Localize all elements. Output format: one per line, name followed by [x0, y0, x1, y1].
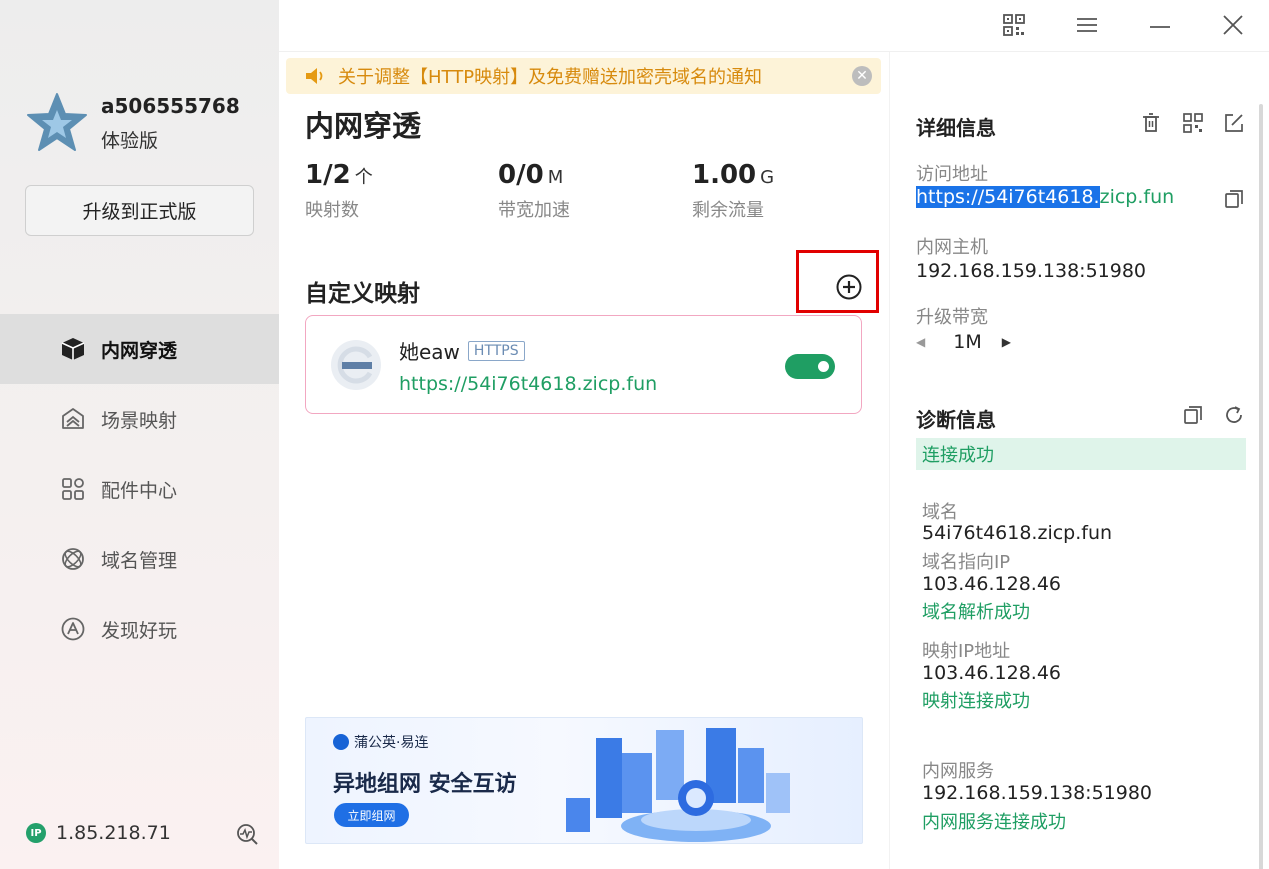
details-title: 详细信息: [916, 116, 996, 140]
nav-label: 内网穿透: [101, 339, 178, 362]
nav-item-discover[interactable]: 发现好玩: [0, 594, 279, 664]
domain-label: 域名: [922, 502, 958, 523]
stat-unit: 个: [354, 167, 373, 188]
stat-label: 映射数: [305, 200, 359, 221]
diagnosis-title: 诊断信息: [916, 408, 996, 432]
nav-label: 场景映射: [101, 409, 178, 432]
nav-item-intranet[interactable]: 内网穿透: [0, 314, 279, 384]
qrcode-icon[interactable]: [1182, 112, 1204, 134]
mapping-name: 她eaw HTTPS: [399, 336, 525, 365]
page-title: 内网穿透: [305, 109, 422, 143]
nav-item-accessories[interactable]: 配件中心: [0, 454, 279, 524]
app-window: a506555768 体验版 升级到正式版 内网穿透 场景映射 配件中心 域名管…: [0, 0, 1269, 869]
upgrade-button[interactable]: 升级到正式版: [25, 185, 254, 236]
ip-badge: IP: [26, 823, 46, 843]
speaker-icon: [306, 68, 323, 84]
mapping-logo-icon: [331, 340, 381, 390]
sidebar-nav: 内网穿透 场景映射 配件中心 域名管理 发现好玩: [0, 314, 279, 664]
stat-label: 带宽加速: [498, 200, 570, 221]
notice-bar[interactable]: 关于调整【HTTP映射】及免费赠送加密壳域名的通知 ✕: [286, 58, 881, 94]
nav-label: 配件中心: [101, 479, 178, 502]
username: a506555768: [101, 94, 240, 118]
public-ip: IP 1.85.218.71: [26, 822, 171, 844]
atom-icon: [60, 546, 86, 572]
access-url-rest: zicp.fun: [1099, 186, 1175, 208]
host-value: 192.168.159.138:51980: [916, 260, 1147, 282]
access-label: 访问地址: [916, 164, 988, 185]
stat-unit: G: [760, 167, 775, 188]
add-mapping-icon[interactable]: [835, 273, 863, 301]
mapping-toggle[interactable]: [785, 354, 835, 379]
service-value: 192.168.159.138:51980: [922, 782, 1153, 804]
domain-value: 54i76t4618.zicp.fun: [922, 522, 1113, 544]
access-url-selected: https://54i76t4618.: [916, 186, 1100, 208]
mapping-name-text: 她eaw: [399, 340, 460, 364]
cube-icon: [60, 336, 86, 362]
decrease-arrow-icon[interactable]: ◀: [916, 335, 925, 349]
banner-brand-text: 蒲公英·易连: [354, 735, 429, 751]
close-notice-icon[interactable]: ✕: [852, 66, 872, 86]
delete-icon[interactable]: [1140, 112, 1162, 134]
stat-value: 1.00: [692, 160, 757, 190]
protocol-badge: HTTPS: [467, 340, 525, 361]
bandwidth-label: 升级带宽: [916, 307, 988, 328]
compass-icon: [60, 616, 86, 642]
stat-value: 0/0: [498, 160, 544, 190]
map-ip-value: 103.46.128.46: [922, 662, 1062, 684]
increase-arrow-icon[interactable]: ▶: [1002, 335, 1011, 349]
scene-icon: [60, 406, 86, 432]
bandwidth-value: 1M: [953, 331, 982, 353]
menu-icon[interactable]: [1074, 12, 1100, 38]
domain-resolve-status: 域名解析成功: [922, 602, 1030, 623]
qrcode-icon[interactable]: [1001, 12, 1027, 38]
service-label: 内网服务: [922, 761, 994, 782]
copy-icon[interactable]: [1223, 188, 1245, 210]
notice-text: 关于调整【HTTP映射】及免费赠送加密壳域名的通知: [338, 67, 763, 88]
access-url[interactable]: https://54i76t4618.zicp.fun: [916, 186, 1174, 208]
service-conn-status: 内网服务连接成功: [922, 812, 1066, 833]
stat-value: 1/2: [305, 160, 351, 190]
brand-logo-icon: [333, 734, 349, 750]
stat-unit: M: [547, 167, 564, 188]
map-conn-status: 映射连接成功: [922, 691, 1030, 712]
bandwidth-stepper[interactable]: ◀ 1M ▶: [916, 331, 1011, 353]
minimize-icon[interactable]: [1147, 12, 1173, 38]
stat-mappings: 1/2 个 映射数: [305, 160, 373, 222]
map-ip-label: 映射IP地址: [922, 641, 1011, 662]
network-monitor-icon[interactable]: [235, 822, 259, 846]
detail-panel: 详细信息 访问地址 https://54i76t4618.zicp.fun 内网…: [889, 52, 1269, 869]
host-label: 内网主机: [916, 237, 988, 258]
banner-headline: 异地组网 安全互访: [333, 772, 517, 797]
nav-label: 发现好玩: [101, 619, 178, 642]
server-illustration-icon: [566, 728, 790, 842]
apps-grid-icon: [60, 476, 86, 502]
nav-item-domains[interactable]: 域名管理: [0, 524, 279, 594]
nav-label: 域名管理: [101, 549, 178, 572]
star-avatar-icon: [27, 93, 87, 151]
ip-value: 1.85.218.71: [56, 822, 171, 844]
plan-label: 体验版: [101, 130, 159, 152]
section-title: 自定义映射: [305, 281, 420, 307]
domain-ip-label: 域名指向IP: [922, 552, 1011, 573]
stat-traffic: 1.00 G 剩余流量: [692, 160, 774, 222]
nav-item-scene[interactable]: 场景映射: [0, 384, 279, 454]
stat-label: 剩余流量: [692, 200, 764, 221]
sidebar: a506555768 体验版 升级到正式版 内网穿透 场景映射 配件中心 域名管…: [0, 0, 279, 869]
promo-banner[interactable]: 蒲公英·易连 异地组网 安全互访 立即组网: [305, 717, 863, 844]
domain-ip-value: 103.46.128.46: [922, 573, 1062, 595]
banner-brand: 蒲公英·易连: [333, 732, 428, 752]
banner-cta-button[interactable]: 立即组网: [334, 803, 409, 827]
connection-status: 连接成功: [916, 438, 1246, 470]
edit-icon[interactable]: [1223, 112, 1245, 134]
refresh-icon[interactable]: [1223, 404, 1245, 426]
mapping-url-link[interactable]: https://54i76t4618.zicp.fun: [399, 373, 657, 395]
scrollbar[interactable]: [1259, 104, 1263, 869]
mapping-card[interactable]: 她eaw HTTPS https://54i76t4618.zicp.fun: [305, 315, 862, 414]
title-bar: [279, 0, 1269, 52]
close-window-icon[interactable]: [1220, 12, 1246, 38]
copy-icon[interactable]: [1182, 404, 1204, 426]
stat-bandwidth: 0/0 M 带宽加速: [498, 160, 570, 222]
